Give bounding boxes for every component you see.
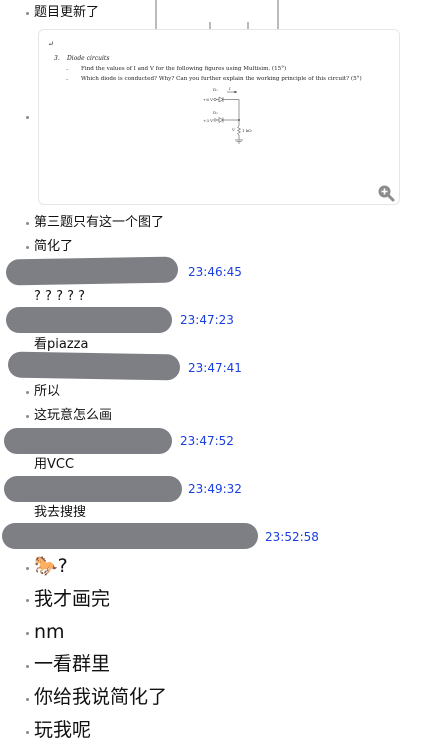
chat-message: 所以 [34,384,61,399]
zoom-in-icon[interactable] [377,184,395,202]
problem-line-1: Find the values of I and V for the follo… [81,66,287,72]
bullet [26,391,29,394]
bullet [26,567,29,570]
d1-label: D₁ [213,87,218,92]
chat-message: nm [34,621,65,643]
bullet [26,632,29,635]
chat-message: 我才画完 [34,588,111,610]
message-timestamp: 23:46:45 [188,265,242,279]
d2-label: D₂ [213,110,218,115]
list-dash: – [66,67,69,73]
problem-number: 3. [54,55,60,62]
bullet [26,731,29,734]
chat-message: 我去搜搜 [34,505,87,520]
problem-title: Diode circuits [67,55,110,62]
r-label: 1 kΩ [242,128,252,133]
message-timestamp: 23:47:23 [180,313,234,327]
message-timestamp: 23:47:41 [188,361,242,375]
image-message[interactable]: ↵ 3. Diode circuits – Find the values of… [38,29,400,205]
chat-message: 简化了 [34,239,74,254]
chat-message: 🐎? [34,555,68,577]
message-timestamp: 23:49:32 [188,482,242,496]
chat-message: 你给我说简化了 [34,686,168,708]
chat-message: 玩我呢 [34,719,92,741]
chat-message: 第三题只有这一个图了 [34,215,165,230]
bullet [26,246,29,249]
redacted-sender-name [2,523,258,549]
chat-message: 一看群里 [34,653,111,675]
i-label: I [228,86,231,91]
bullet [26,599,29,602]
v1-label: +6 V [203,97,213,102]
message-timestamp: 23:52:58 [265,530,319,544]
bullet [26,222,29,225]
bullet [26,116,29,119]
return-mark: ↵ [48,40,54,48]
v2-label: +3 V [203,118,213,123]
redacted-sender-name [7,351,181,381]
list-dash: – [66,77,69,83]
diode-circuit: D₁ I +6 V D₂ +3 V 1 kΩ V [199,84,279,150]
redacted-sender-name [6,307,172,333]
chat-message: 这玩意怎么画 [34,408,113,423]
problem-line-2: Which diode is conducted? Why? Can you f… [81,76,362,82]
bullet [26,698,29,701]
chat-message: 看piazza [34,337,89,352]
bullet [26,665,29,668]
redacted-sender-name [4,476,182,502]
v-label: V [232,127,236,132]
bullet [26,12,29,15]
redacted-sender-name [5,256,179,286]
chat-message: ? ? ? ? ? [34,289,86,304]
bullet [26,415,29,418]
chat-message: 用VCC [34,457,75,472]
message-timestamp: 23:47:52 [180,434,234,448]
chat-message: 题目更新了 [34,5,100,20]
redacted-sender-name [4,428,172,454]
